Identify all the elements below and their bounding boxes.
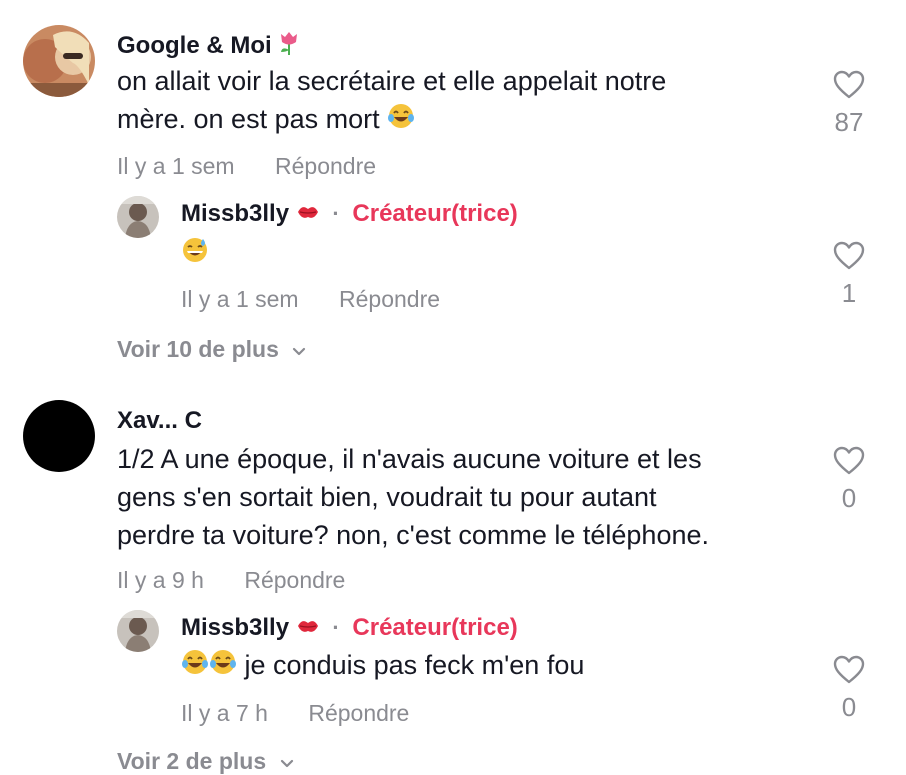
comment-text: 1/2 A une époque, il n'avais aucune voit… — [117, 444, 709, 550]
comment-username[interactable]: Xav... C — [117, 407, 202, 435]
creator-badge: Créateur(trice) — [352, 614, 518, 641]
chevron-down-icon — [291, 336, 307, 362]
reply-username[interactable]: Missb3lly · Créateur(trice) — [181, 614, 518, 643]
comment-timestamp: Il y a 9 h — [117, 567, 204, 593]
reply-meta: Il y a 1 sem Répondre — [181, 286, 440, 313]
reply-button[interactable]: Répondre — [339, 286, 440, 312]
tears-of-joy-emoji-icon — [209, 648, 237, 686]
comment-text: on allait voir la secrétaire et elle app… — [117, 62, 666, 140]
comment-username[interactable]: Google & Moi — [117, 30, 300, 63]
reply-avatar[interactable] — [117, 610, 159, 652]
like-button[interactable]: 0 — [819, 446, 879, 514]
tears-of-joy-emoji-icon — [181, 648, 209, 686]
tears-of-joy-emoji-icon — [387, 102, 415, 140]
like-count: 87 — [834, 107, 864, 137]
creator-badge: Créateur(trice) — [352, 200, 518, 227]
like-button[interactable]: 1 — [819, 241, 879, 309]
reply-button[interactable]: Répondre — [275, 153, 376, 179]
reply-timestamp: Il y a 7 h — [181, 700, 268, 726]
comment-meta: Il y a 1 sem Répondre — [117, 153, 376, 180]
like-button[interactable]: 0 — [819, 655, 879, 723]
separator-dot: · — [332, 615, 340, 640]
kiss-mark-emoji-icon — [296, 201, 320, 229]
like-count: 0 — [841, 692, 857, 722]
comment-timestamp: Il y a 1 sem — [117, 153, 235, 179]
reply-timestamp: Il y a 1 sem — [181, 286, 299, 312]
like-count: 0 — [841, 483, 857, 513]
reply-text — [181, 236, 209, 269]
reply-avatar[interactable] — [117, 196, 159, 238]
avatar[interactable] — [23, 400, 95, 472]
grinning-sweat-emoji-icon — [181, 236, 209, 269]
reply-button[interactable]: Répondre — [308, 700, 409, 726]
separator-dot: · — [332, 201, 340, 226]
chevron-down-icon — [279, 748, 295, 774]
reply-username[interactable]: Missb3lly · Créateur(trice) — [181, 200, 518, 229]
avatar[interactable] — [23, 25, 95, 97]
view-more-replies[interactable]: Voir 10 de plus — [117, 336, 307, 363]
reply-meta: Il y a 7 h Répondre — [181, 700, 409, 727]
heart-icon — [833, 241, 865, 270]
heart-icon — [833, 70, 865, 99]
comment-meta: Il y a 9 h Répondre — [117, 567, 345, 594]
view-more-replies[interactable]: Voir 2 de plus — [117, 748, 295, 775]
like-button[interactable]: 87 — [819, 70, 879, 138]
reply-button[interactable]: Répondre — [244, 567, 345, 593]
heart-icon — [833, 655, 865, 684]
like-count: 1 — [841, 278, 857, 308]
reply-text: je conduis pas feck m'en fou — [181, 646, 584, 686]
kiss-mark-emoji-icon — [296, 615, 320, 643]
tulip-emoji-icon — [278, 30, 300, 63]
heart-icon — [833, 446, 865, 475]
